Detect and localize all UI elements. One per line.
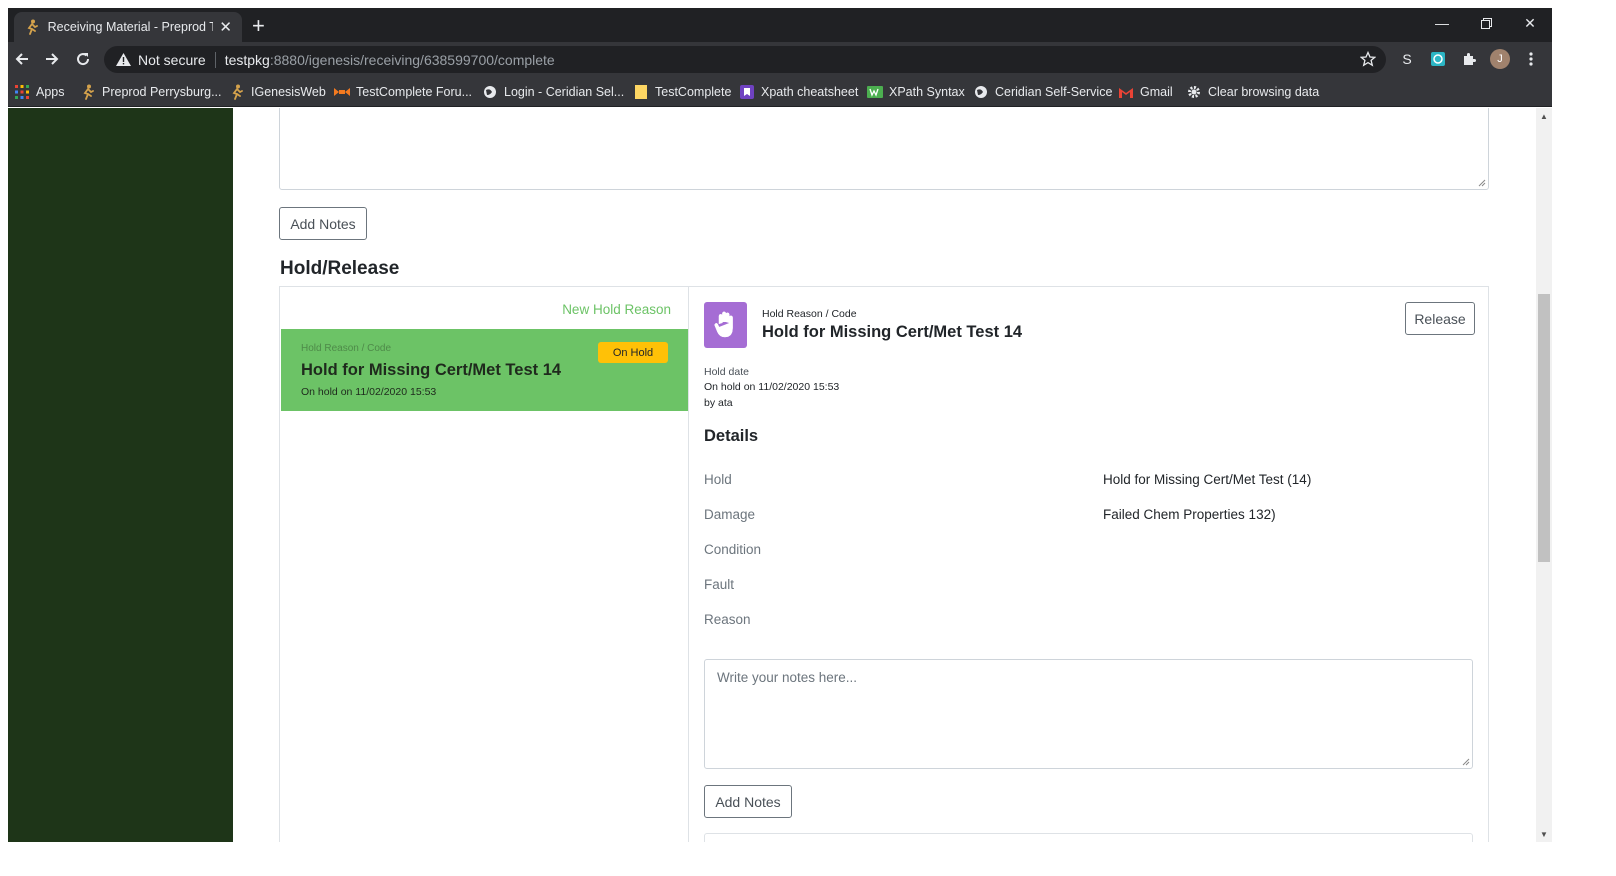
detail-label-hold: Hold [704, 472, 732, 487]
bookmark-clear-browsing-data[interactable]: Clear browsing data [1186, 82, 1319, 102]
w3-icon [867, 84, 883, 100]
bookmark-apps[interactable]: Apps [14, 82, 65, 102]
bookmark-label: Gmail [1140, 85, 1173, 99]
sidebar [8, 108, 233, 842]
on-hold-badge: On Hold [598, 342, 668, 363]
warning-icon [116, 53, 131, 66]
gmail-icon [1118, 84, 1134, 100]
add-notes-button[interactable]: Add Notes [704, 785, 792, 818]
scroll-up-icon[interactable]: ▲ [1538, 110, 1550, 122]
folder-icon [633, 84, 649, 100]
forward-arrow-icon[interactable] [40, 47, 64, 71]
section-title: Hold/Release [280, 258, 400, 279]
browser-tab[interactable]: Receiving Material - Preprod Tipp ✕ [14, 12, 242, 42]
bookmark-label: Xpath cheatsheet [761, 85, 859, 99]
browser-toolbar: Not secure testpkg :8880/igenesis/receiv… [8, 42, 1552, 76]
detail-value-damage: Failed Chem Properties 132) [1103, 507, 1276, 522]
extension-s-icon[interactable]: S [1397, 49, 1417, 69]
bookmark-icon [739, 84, 755, 100]
browser-menu-icon[interactable] [1521, 49, 1541, 69]
detail-label-condition: Condition [704, 542, 762, 557]
reload-icon[interactable] [71, 47, 95, 71]
bookmark-label: Clear browsing data [1208, 85, 1320, 99]
hand-stop-icon [704, 302, 747, 348]
bookmark-label: Apps [36, 85, 65, 99]
hold-reason-name: Hold for Missing Cert/Met Test 14 [762, 323, 1023, 341]
hold-detail: Hold Reason / Code Hold for Missing Cert… [690, 287, 1488, 842]
url-host: testpkg [224, 51, 270, 68]
profile-avatar[interactable]: J [1490, 49, 1510, 69]
tab-title: Receiving Material - Preprod Tipp [47, 20, 214, 34]
runner-icon [229, 84, 245, 100]
bookmark-label: IGenesisWeb [251, 85, 326, 99]
globe-icon [973, 84, 989, 100]
hold-by: by ata [704, 397, 733, 409]
bookmark-ceridian-login[interactable]: Login - Ceridian Sel... [482, 82, 624, 102]
hold-release-panel: New Hold Reason Hold Reason / Code Hold … [279, 286, 1489, 842]
bookmark-label: Preprod Perrysburg... [102, 85, 222, 99]
bookmark-label: Login - Ceridian Sel... [504, 85, 625, 99]
back-arrow-icon[interactable] [10, 47, 34, 71]
hold-item-label: Hold Reason / Code [301, 343, 392, 354]
testcomplete-icon [334, 84, 350, 100]
release-button[interactable]: Release [1405, 302, 1475, 335]
hold-list: New Hold Reason Hold Reason / Code Hold … [280, 287, 689, 842]
bookmark-xpath-cheatsheet[interactable]: Xpath cheatsheet [739, 82, 858, 102]
scroll-down-icon[interactable]: ▼ [1538, 828, 1550, 840]
url-path: :8880/igenesis/receiving/638599700/compl… [269, 51, 555, 68]
bookmark-label: TestComplete [655, 85, 732, 99]
hold-notes-textarea[interactable]: Write your notes here... [704, 659, 1473, 769]
bookmark-testcomplete-forum[interactable]: TestComplete Foru... [334, 82, 472, 102]
runner-icon [24, 19, 40, 35]
bookmark-testcomplete[interactable]: TestComplete [633, 82, 731, 102]
bookmark-xpath-syntax[interactable]: XPath Syntax [867, 82, 965, 102]
bookmark-label: Ceridian Self-Service [995, 85, 1113, 99]
detail-value-hold: Hold for Missing Cert/Met Test (14) [1103, 472, 1312, 487]
browser-window: Receiving Material - Preprod Tipp ✕ + — … [8, 8, 1552, 842]
next-section-box [704, 833, 1473, 842]
bookmark-igenesisweb[interactable]: IGenesisWeb [229, 82, 326, 102]
apps-grid-icon [14, 84, 30, 100]
hold-item-date: On hold on 11/02/2020 15:53 [301, 386, 437, 398]
notes-textarea-top[interactable] [279, 108, 1489, 190]
new-tab-button[interactable]: + [252, 13, 265, 39]
extensions-puzzle-icon[interactable] [1459, 49, 1479, 69]
bookmark-label: XPath Syntax [889, 85, 965, 99]
bookmark-label: TestComplete Foru... [356, 85, 473, 99]
hold-reason-label: Hold Reason / Code [762, 308, 857, 320]
page-viewport: Add Notes Hold/Release New Hold Reason H… [8, 108, 1552, 842]
address-divider [214, 51, 216, 68]
bookmark-gmail[interactable]: Gmail [1118, 82, 1173, 102]
scrollbar-thumb[interactable] [1538, 294, 1550, 562]
restore-icon[interactable] [1464, 8, 1508, 38]
detail-label-damage: Damage [704, 507, 756, 522]
hold-date-value: On hold on 11/02/2020 15:53 [704, 381, 840, 393]
security-status: Not secure [138, 51, 206, 68]
close-window-icon[interactable]: ✕ [1508, 8, 1552, 38]
bookmarks-bar: Apps Preprod Perrysburg... IGenesisWeb T… [8, 76, 1552, 107]
hold-item-name: Hold for Missing Cert/Met Test 14 [301, 361, 562, 379]
notes-placeholder: Write your notes here... [717, 670, 858, 685]
tab-strip: Receiving Material - Preprod Tipp ✕ + — … [8, 8, 1552, 42]
resize-handle-icon[interactable] [1478, 179, 1486, 187]
resize-handle-icon[interactable] [1462, 758, 1470, 766]
bookmark-ceridian-self-service[interactable]: Ceridian Self-Service [973, 82, 1112, 102]
hold-list-item[interactable]: Hold Reason / Code Hold for Missing Cert… [281, 329, 688, 411]
detail-label-reason: Reason [704, 612, 751, 627]
new-hold-reason-link[interactable]: New Hold Reason [562, 302, 671, 317]
runner-icon [80, 84, 96, 100]
close-tab-icon[interactable]: ✕ [219, 18, 232, 36]
hold-date-label: Hold date [704, 366, 749, 378]
address-bar[interactable]: Not secure testpkg :8880/igenesis/receiv… [104, 46, 1386, 73]
bookmark-star-icon[interactable] [1359, 50, 1377, 72]
gear-icon [1186, 84, 1202, 100]
detail-label-fault: Fault [704, 577, 735, 592]
minimize-icon[interactable]: — [1420, 8, 1464, 38]
bookmark-preprod[interactable]: Preprod Perrysburg... [80, 82, 222, 102]
details-heading: Details [704, 427, 759, 445]
extension-capture-icon[interactable] [1428, 49, 1448, 69]
globe-icon [482, 84, 498, 100]
add-notes-button-top[interactable]: Add Notes [279, 207, 367, 240]
